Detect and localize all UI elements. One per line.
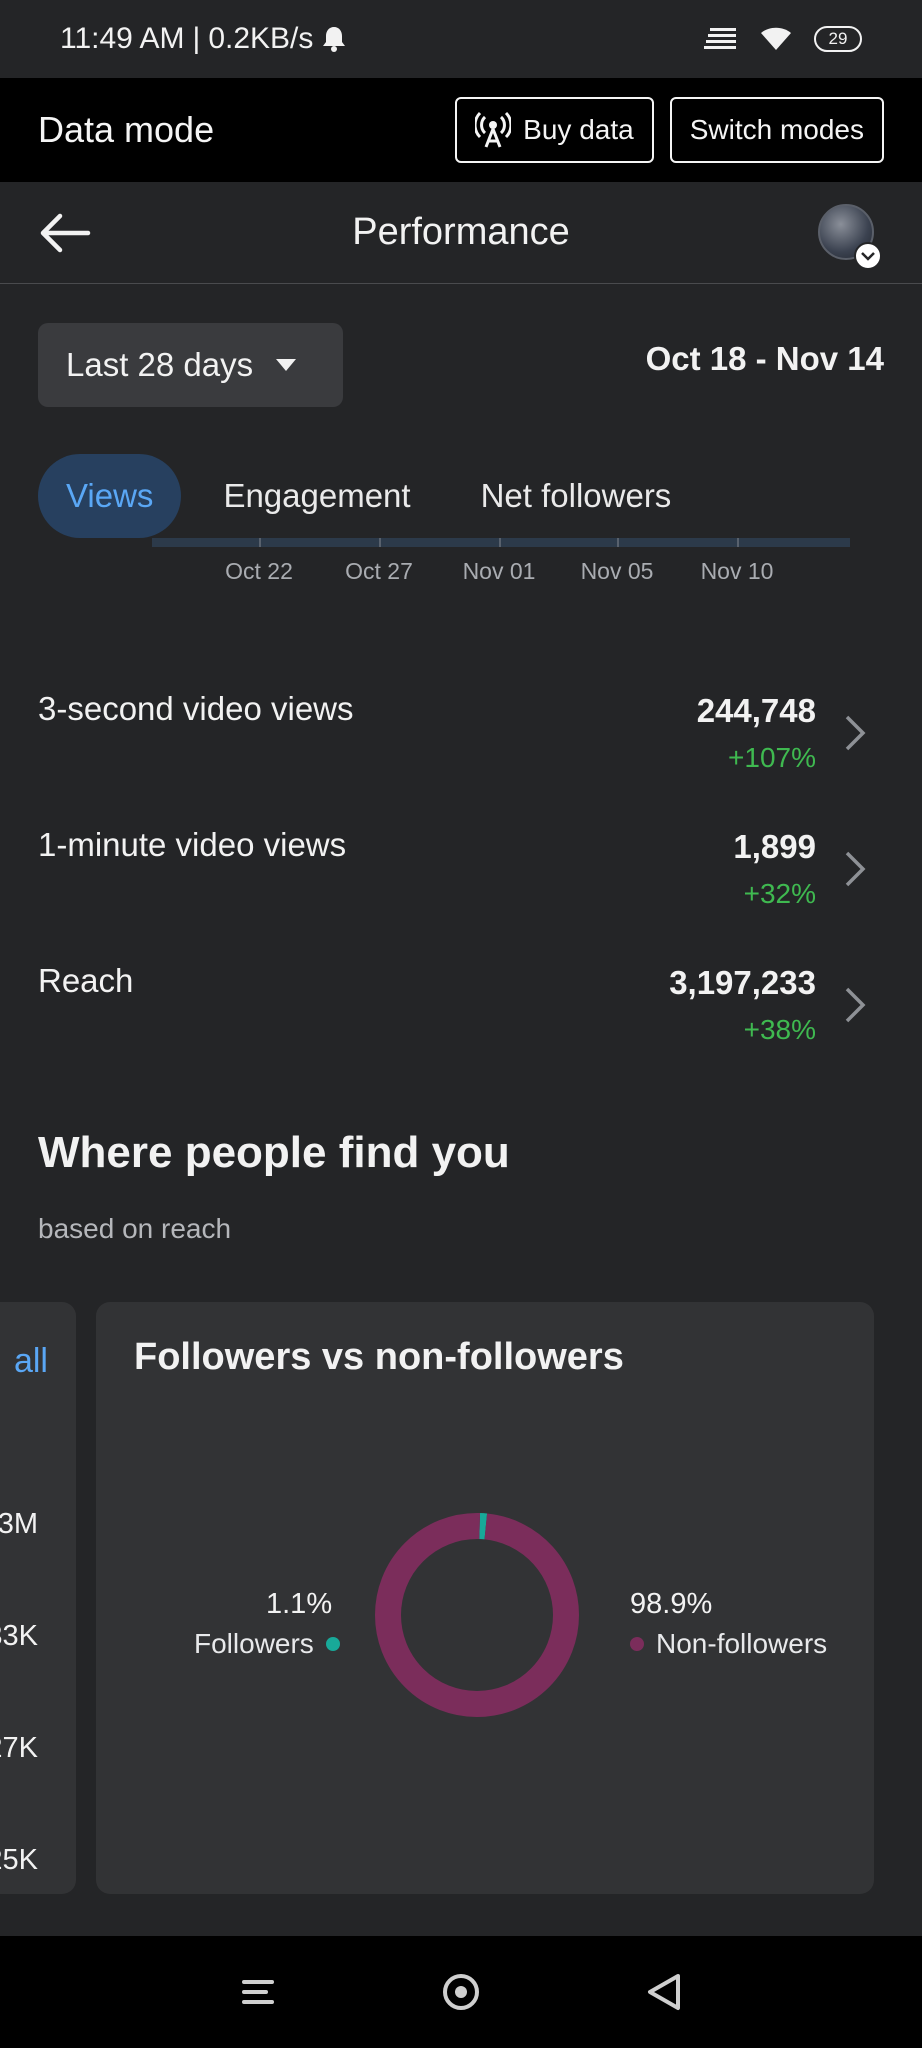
source-value: 27K (0, 1732, 38, 1764)
donut-slice-non-followers (375, 1513, 579, 1717)
timeline-label: Oct 22 (225, 558, 293, 584)
metric-row-3s-views[interactable]: 3-second video views 244,748 +107% (38, 690, 884, 800)
home-icon[interactable] (441, 1972, 481, 2012)
non-followers-percent: 98.9% (630, 1588, 713, 1620)
menu-icon[interactable] (238, 1972, 278, 2012)
tab-net-followers[interactable]: Net followers (453, 454, 700, 538)
buy-data-button[interactable]: Buy data (455, 97, 654, 163)
status-time: 11:49 AM (60, 22, 185, 55)
metric-change: +32% (743, 878, 816, 909)
battery-icon: 29 (814, 26, 862, 52)
account-switcher[interactable] (818, 204, 882, 270)
status-left: 11:49 AM | 0.2KB/s (60, 22, 347, 56)
system-nav-bar (0, 1936, 922, 2048)
data-mode-title: Data mode (38, 109, 215, 150)
timeline-bar (152, 538, 850, 547)
metric-value: 1,899 (733, 828, 816, 865)
status-right: 29 (704, 26, 862, 52)
page-header: Performance (0, 182, 922, 284)
metric-value: 244,748 (696, 692, 816, 729)
timeline-tick (259, 538, 261, 547)
followers-label: Followers (194, 1628, 314, 1659)
caret-down-icon (276, 359, 297, 371)
tab-engagement[interactable]: Engagement (195, 454, 438, 538)
chevron-right-icon (845, 715, 866, 751)
tab-views[interactable]: Views (38, 454, 182, 538)
card-title: Followers vs non-followers (134, 1336, 624, 1378)
metric-label: Reach (38, 962, 134, 999)
timeline-tick (617, 538, 619, 547)
donut-svg (375, 1513, 579, 1717)
switch-modes-label: Switch modes (689, 114, 864, 145)
signal-icon (704, 28, 736, 49)
date-range-dropdown[interactable]: Last 28 days (38, 323, 343, 407)
data-mode-buttons: Buy data Switch modes (455, 97, 884, 163)
timeline-label: Nov 05 (580, 558, 654, 584)
back-triangle-icon[interactable] (644, 1972, 684, 2012)
metric-tabs: Views Engagement Net followers (38, 454, 699, 538)
non-followers-legend: Non-followers (630, 1628, 827, 1660)
status-bar: 11:49 AM | 0.2KB/s 29 (0, 0, 922, 78)
source-value: 33K (0, 1620, 38, 1652)
back-arrow-icon[interactable] (38, 210, 92, 256)
top-sources-card[interactable]: all 3M 33K 27K 25K (0, 1302, 76, 1894)
chevron-right-icon (845, 987, 866, 1023)
timeline-axis: Oct 22 Oct 27 Nov 01 Nov 05 Nov 10 (152, 536, 850, 596)
metric-row-1m-views[interactable]: 1-minute video views 1,899 +32% (38, 826, 884, 936)
see-all-link[interactable]: all (14, 1342, 48, 1381)
section-subtitle: based on reach (38, 1213, 232, 1244)
timeline-tick (379, 538, 381, 547)
followers-dot (325, 1637, 340, 1651)
metric-change: +38% (743, 1014, 816, 1045)
wifi-icon (761, 27, 791, 50)
non-followers-label: Non-followers (656, 1628, 828, 1659)
broadcast-icon (475, 111, 512, 148)
chevron-right-icon (845, 851, 866, 887)
metric-value: 3,197,233 (669, 964, 816, 1001)
timeline-label: Nov 01 (462, 558, 536, 584)
followers-card: Followers vs non-followers 1.1% Follower… (96, 1302, 874, 1894)
switch-modes-button[interactable]: Switch modes (669, 97, 884, 163)
non-followers-dot (630, 1637, 644, 1651)
date-range-label: Last 28 days (66, 346, 254, 383)
buy-data-label: Buy data (523, 114, 634, 145)
section-title: Where people find you (38, 1128, 510, 1177)
page-title: Performance (352, 211, 570, 253)
metric-label: 1-minute video views (38, 826, 347, 863)
donut-chart (372, 1510, 582, 1720)
battery-level: 29 (828, 29, 848, 48)
timeline-tick (737, 538, 739, 547)
metric-row-reach[interactable]: Reach 3,197,233 +38% (38, 962, 884, 1072)
timeline-label: Nov 10 (700, 558, 774, 584)
source-value: 3M (0, 1508, 38, 1540)
metric-label: 3-second video views (38, 690, 354, 727)
notification-bell-icon (323, 27, 346, 52)
status-speed: 0.2KB/s (208, 22, 314, 55)
followers-legend: Followers (194, 1628, 340, 1660)
date-range-text: Oct 18 - Nov 14 (645, 340, 884, 377)
timeline-label: Oct 27 (345, 558, 413, 584)
data-mode-bar: Data mode Buy data Switch modes (0, 78, 922, 182)
followers-percent: 1.1% (266, 1588, 333, 1620)
chevron-down-icon (854, 242, 882, 270)
timeline-tick (499, 538, 501, 547)
metric-change: +107% (728, 742, 816, 773)
source-value: 25K (0, 1844, 38, 1876)
